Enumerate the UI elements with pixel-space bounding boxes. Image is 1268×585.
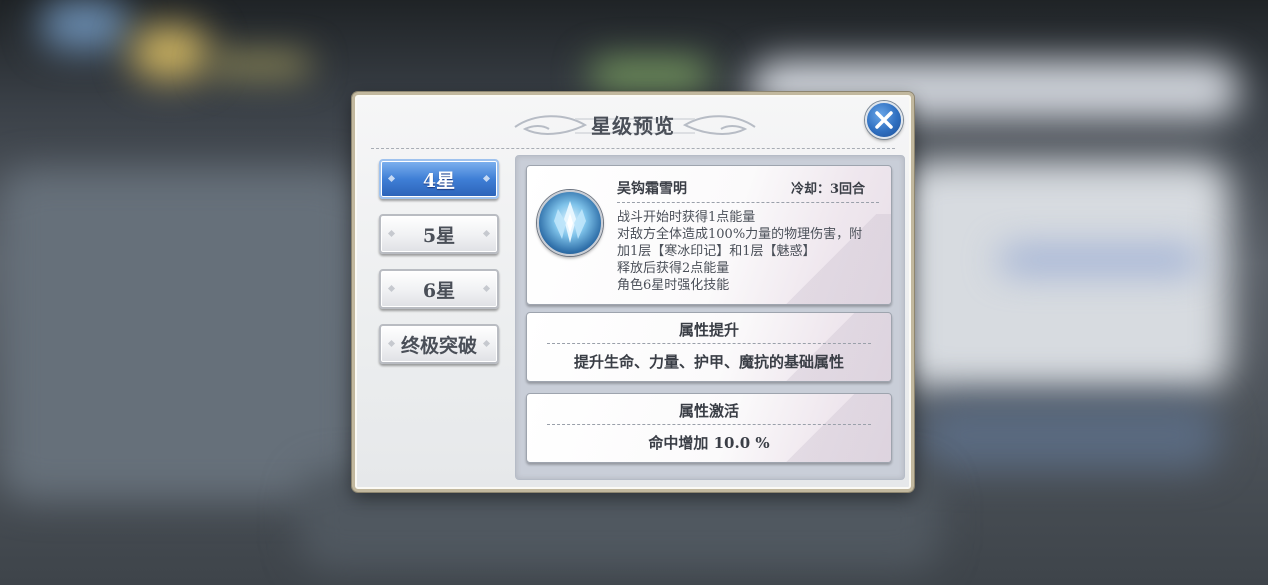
skill-desc-line: 角色6星时强化技能 [617,278,730,293]
skill-icon [537,190,603,256]
attribute-boost-card: 属性提升 提升生命、力量、护甲、魔抗的基础属性 [526,312,892,382]
star-tabs: 4星 5星 6星 终极突破 [379,159,503,379]
tab-6-star[interactable]: 6星 [379,269,499,309]
tab-label: 5星 [422,224,456,247]
close-icon [875,111,893,129]
tab-label: 6星 [422,279,456,302]
tab-4-star[interactable]: 4星 [379,159,499,199]
attribute-boost-value: 提升生命、力量、护甲、魔抗的基础属性 [573,353,844,371]
attribute-activate-title: 属性激活 [678,402,739,420]
attribute-activate-value: 命中增加 10.0 % [648,434,770,452]
skill-description: 战斗开始时获得1点能量 对敌方全体造成100%力量的物理伤害，附 加1层【寒冰印… [617,209,885,294]
attribute-boost-title: 属性提升 [678,321,739,339]
tab-5-star[interactable]: 5星 [379,214,499,254]
star-preview-dialog: 星级预览 4星 5星 6星 终极突破 吴钩霜雪明 冷却：3回合 战斗开始时获得1… [352,92,914,492]
skill-name: 吴钩霜雪明 [617,181,687,197]
skill-divider [617,202,879,203]
dialog-header: 星级预览 [355,101,911,145]
attribute-boost-divider [547,343,871,344]
tab-label: 终极突破 [400,334,477,357]
tab-label: 4星 [422,169,456,192]
skill-card: 吴钩霜雪明 冷却：3回合 战斗开始时获得1点能量 对敌方全体造成100%力量的物… [526,165,892,305]
skill-desc-line: 释放后获得2点能量 [617,261,730,276]
dialog-title: 星级预览 [591,114,675,138]
attribute-activate-card: 属性激活 命中增加 10.0 % [526,393,892,463]
attribute-activate-divider [547,424,871,425]
tab-ultimate-breakthrough[interactable]: 终极突破 [379,324,499,364]
content-panel: 吴钩霜雪明 冷却：3回合 战斗开始时获得1点能量 对敌方全体造成100%力量的物… [515,155,905,480]
skill-cooldown: 冷却：3回合 [790,182,865,197]
skill-desc-line: 对敌方全体造成100%力量的物理伤害，附 [617,227,863,242]
ice-crystal-icon [554,201,586,243]
skill-desc-line: 加1层【寒冰印记】和1层【魅惑】 [617,244,816,259]
close-button[interactable] [865,101,903,139]
skill-desc-line: 战斗开始时获得1点能量 [617,210,756,225]
header-divider [371,148,895,149]
